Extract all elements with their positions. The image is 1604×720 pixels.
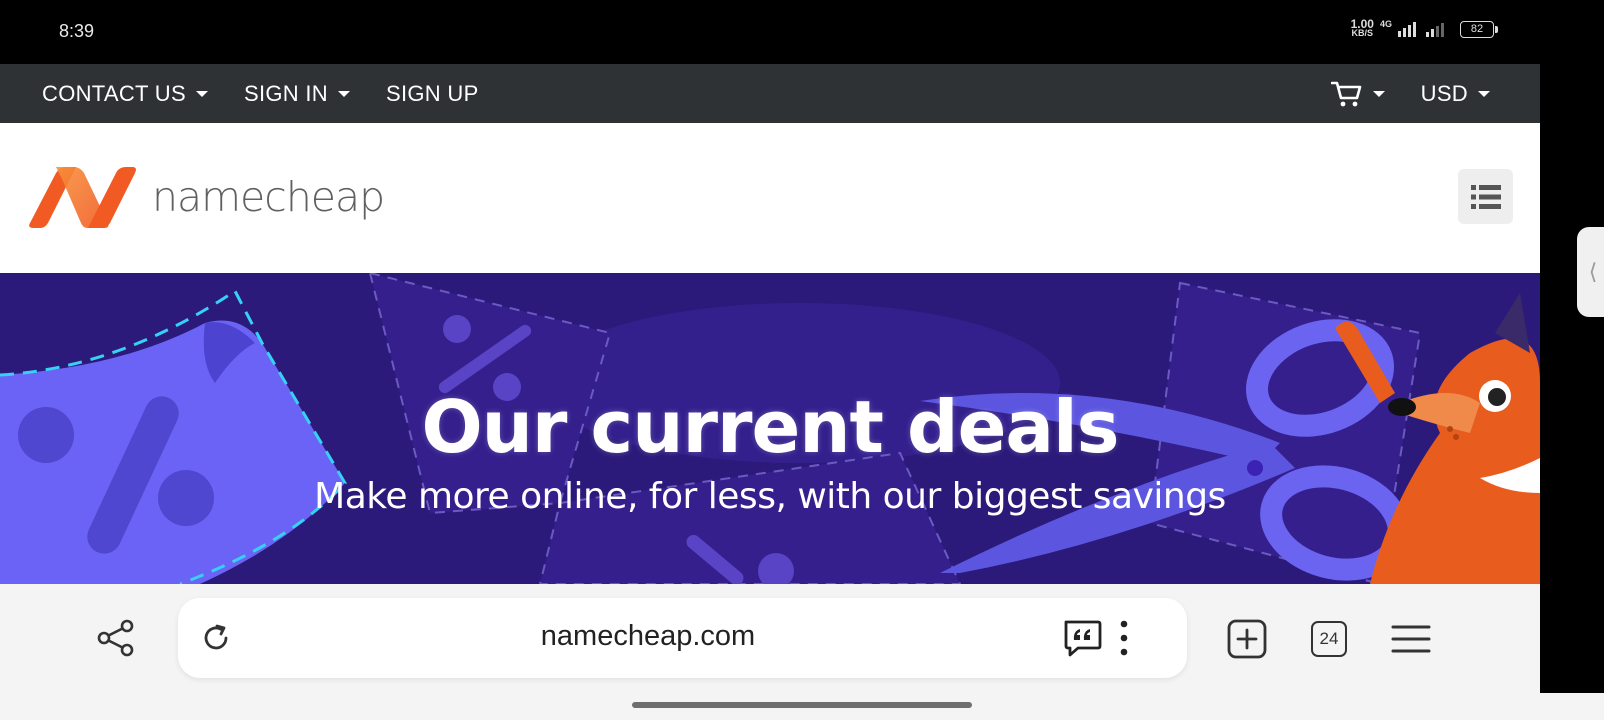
contact-us-label: CONTACT US [42,80,186,106]
hero-subtitle: Make more online, for less, with our big… [314,476,1226,517]
logo-wordmark: namecheap [152,173,385,221]
sign-up-label: SIGN UP [385,80,479,106]
top-navigation: CONTACT US SIGN IN SIGN UP USD [0,64,1540,123]
quote-bubble-icon [1064,620,1102,657]
brand-header: namecheap [0,123,1540,273]
share-button[interactable] [96,618,136,658]
chevron-down-icon [1372,90,1385,97]
deals-hero-banner[interactable]: Our current deals Make more online, for … [0,273,1540,584]
hero-title: Our current deals [421,385,1119,469]
webpage: CONTACT US SIGN IN SIGN UP USD namecheap… [0,64,1540,584]
cart-icon [1330,81,1361,106]
chevron-down-icon [337,90,350,97]
sign-in-label: SIGN IN [243,80,328,106]
namecheap-logo-mark-icon [29,167,136,228]
gesture-area [0,693,1604,720]
contact-us-menu[interactable]: CONTACT US [42,81,208,107]
list-icon [1470,184,1501,209]
more-vertical-icon [1120,620,1128,656]
network-speed: 1.00 KB/S [1351,18,1374,38]
browser-toolbar: namecheap.com 24 [0,584,1540,693]
network-speed-unit: KB/S [1351,28,1374,38]
chevron-down-icon [1478,90,1490,97]
url-text[interactable]: namecheap.com [178,620,1118,653]
plus-square-icon [1227,619,1267,659]
top-nav-left: CONTACT US SIGN IN SIGN UP [42,81,479,107]
namecheap-logo[interactable]: namecheap [26,165,385,229]
hamburger-menu-button[interactable] [1458,169,1513,224]
network-type: 4G [1379,19,1392,29]
edge-panel-handle[interactable]: ⟨ [1577,227,1604,317]
hamburger-icon [1391,625,1431,653]
phone-screen: 8:39 1.00 KB/S 4G 82 CONTACT US SIGN IN … [0,0,1604,720]
tab-count-badge: 24 [1311,621,1347,657]
quote-button[interactable] [1062,618,1102,658]
status-time: 8:39 [59,21,95,41]
signal-strength-secondary-icon [1426,23,1444,37]
cart-menu[interactable] [1330,80,1385,108]
top-nav-right: USD [1330,80,1490,108]
new-tab-button[interactable] [1226,618,1268,660]
chevron-down-icon [195,90,208,97]
tabs-button[interactable]: 24 [1308,618,1350,660]
status-icons: 1.00 KB/S 4G 82 [1351,18,1498,38]
sign-in-menu[interactable]: SIGN IN [244,81,350,107]
more-options-button[interactable] [1114,618,1134,658]
address-bar[interactable]: namecheap.com [178,598,1187,678]
home-gesture-bar[interactable] [632,702,972,708]
sign-up-link[interactable]: SIGN UP [386,81,479,107]
currency-label: USD [1420,80,1468,106]
chevron-left-icon: ⟨ [1588,259,1598,285]
browser-menu-button[interactable] [1390,618,1432,660]
status-bar: 8:39 1.00 KB/S 4G 82 [0,0,1604,64]
battery-icon: 82 [1460,20,1498,38]
share-icon [97,619,134,657]
signal-strength-icon [1398,22,1416,37]
currency-menu[interactable]: USD [1421,81,1490,107]
